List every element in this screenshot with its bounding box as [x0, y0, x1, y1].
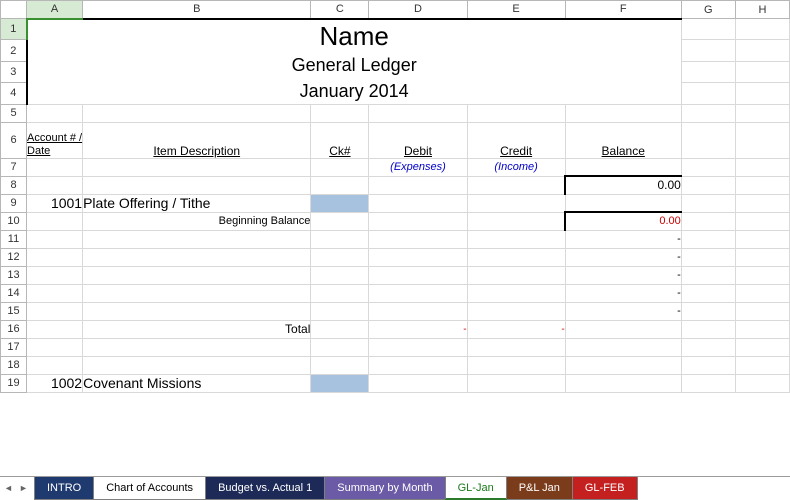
section2-num[interactable]: 1002 [27, 374, 83, 392]
row-header-19[interactable]: 19 [1, 374, 27, 392]
cell[interactable] [681, 19, 735, 40]
row-header-5[interactable]: 5 [1, 104, 27, 122]
sublabel-income[interactable]: (Income) [467, 158, 565, 176]
row-header-10[interactable]: 10 [1, 212, 27, 230]
tab-summary-by-month[interactable]: Summary by Month [324, 477, 445, 500]
tab-chart-of-accounts[interactable]: Chart of Accounts [93, 477, 206, 500]
table-row[interactable] [27, 302, 83, 320]
section1-title[interactable]: Plate Offering / Tithe [83, 194, 311, 212]
row-header-17[interactable]: 17 [1, 338, 27, 356]
total-debit[interactable]: - [369, 320, 467, 338]
tab-intro[interactable]: INTRO [34, 477, 94, 500]
total-credit[interactable]: - [467, 320, 565, 338]
section1-num[interactable]: 1001 [27, 194, 83, 212]
section2-title[interactable]: Covenant Missions [83, 374, 311, 392]
col-header-H[interactable]: H [735, 1, 789, 19]
total-label[interactable]: Total [83, 320, 311, 338]
col-header-B[interactable]: B [83, 1, 311, 19]
header-credit[interactable]: Credit [467, 122, 565, 158]
tab-scroll-arrows[interactable]: ◄ ► [2, 479, 30, 497]
row-balance[interactable]: - [565, 302, 681, 320]
tab-budget-vs-actual[interactable]: Budget vs. Actual 1 [205, 477, 325, 500]
col-header-C[interactable]: C [311, 1, 369, 19]
beginning-balance-value[interactable]: 0.00 [565, 212, 681, 230]
title-ledger: General Ledger [28, 52, 681, 78]
header-account[interactable]: Account # / Date [27, 122, 83, 158]
tab-scroll-right-icon[interactable]: ► [17, 479, 30, 497]
tab-pl-jan[interactable]: P&L Jan [506, 477, 573, 500]
row-header-15[interactable]: 15 [1, 302, 27, 320]
select-all-corner[interactable] [1, 1, 27, 19]
spreadsheet-grid[interactable]: A B C D E F G H 1 Name General Ledger Ja… [0, 0, 790, 476]
row-balance[interactable]: - [565, 266, 681, 284]
table-row[interactable] [27, 230, 83, 248]
row-balance[interactable]: - [565, 230, 681, 248]
row-header-14[interactable]: 14 [1, 284, 27, 302]
tab-gl-feb[interactable]: GL-FEB [572, 477, 638, 500]
column-headers: A B C D E F G H [1, 1, 790, 19]
sheet-tabs-bar: ◄ ► INTRO Chart of Accounts Budget vs. A… [0, 476, 790, 500]
header-description[interactable]: Item Description [83, 122, 311, 158]
row-balance[interactable]: - [565, 284, 681, 302]
row-header-4[interactable]: 4 [1, 83, 27, 104]
cell[interactable] [735, 19, 789, 40]
title-date: January 2014 [28, 78, 681, 104]
col-header-D[interactable]: D [369, 1, 467, 19]
row-header-9[interactable]: 9 [1, 194, 27, 212]
title-name: Name [28, 20, 681, 52]
header-ck[interactable]: Ck# [311, 122, 369, 158]
row-header-18[interactable]: 18 [1, 356, 27, 374]
header-balance[interactable]: Balance [565, 122, 681, 158]
col-header-E[interactable]: E [467, 1, 565, 19]
col-header-G[interactable]: G [681, 1, 735, 19]
starting-balance[interactable]: 0.00 [565, 176, 681, 194]
row-header-1[interactable]: 1 [1, 19, 27, 40]
row-header-3[interactable]: 3 [1, 61, 27, 82]
beginning-balance-label[interactable]: Beginning Balance [83, 212, 311, 230]
row-header-6[interactable]: 6 [1, 122, 27, 158]
tab-gl-jan[interactable]: GL-Jan [445, 477, 507, 500]
row-header-11[interactable]: 11 [1, 230, 27, 248]
col-header-F[interactable]: F [565, 1, 681, 19]
sublabel-expenses[interactable]: (Expenses) [369, 158, 467, 176]
row-header-12[interactable]: 12 [1, 248, 27, 266]
row-header-13[interactable]: 13 [1, 266, 27, 284]
table-row[interactable] [27, 284, 83, 302]
row-header-7[interactable]: 7 [1, 158, 27, 176]
table-row[interactable] [27, 248, 83, 266]
row-header-16[interactable]: 16 [1, 320, 27, 338]
table-row[interactable] [27, 266, 83, 284]
row-balance[interactable]: - [565, 248, 681, 266]
tab-scroll-left-icon[interactable]: ◄ [2, 479, 15, 497]
col-header-A[interactable]: A [27, 1, 83, 19]
row-header-8[interactable]: 8 [1, 176, 27, 194]
header-debit[interactable]: Debit [369, 122, 467, 158]
title-block[interactable]: Name General Ledger January 2014 [27, 19, 682, 105]
row-header-2[interactable]: 2 [1, 40, 27, 61]
